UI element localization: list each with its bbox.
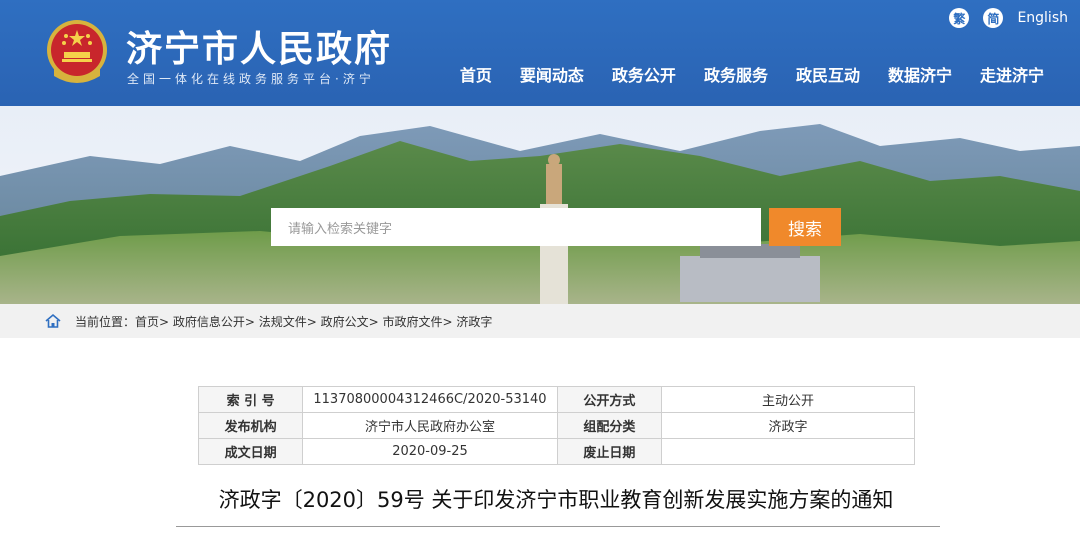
site-subtitle: 全国一体化在线政务服务平台·济宁 [127,72,375,86]
national-emblem-icon [47,20,107,83]
main-nav: 首页 要闻动态 政务公开 政务服务 政民互动 数据济宁 走进济宁 [460,62,1058,86]
nav-item-interaction[interactable]: 政民互动 [782,62,874,86]
breadcrumb: 当前位置：首页> 政府信息公开> 法规文件> 政府公文> 市政府文件> 济政字 [0,304,1080,338]
expire-label: 废止日期 [556,438,662,465]
publisher-label: 发布机构 [197,412,304,439]
search-input[interactable]: 请输入检索关键字 [271,208,761,246]
title-divider [176,526,940,527]
utility-links: 繁 简 English [949,8,1068,28]
open-method-value: 主动公开 [660,386,916,413]
date-label: 成文日期 [197,438,304,465]
breadcrumb-text[interactable]: 当前位置：首页> 政府信息公开> 法规文件> 政府公文> 市政府文件> 济政字 [75,313,492,330]
site-header: 济宁市人民政府 全国一体化在线政务服务平台·济宁 繁 简 English 首页 … [0,0,1080,106]
category-label: 组配分类 [556,412,662,439]
home-icon[interactable] [45,313,61,329]
expire-value [660,438,916,465]
nav-item-about[interactable]: 走进济宁 [966,62,1058,86]
simplified-chinese-button[interactable]: 简 [983,8,1004,28]
english-link[interactable]: English [1017,10,1068,26]
publisher-value: 济宁市人民政府办公室 [302,412,558,439]
mountain-landscape-image [0,106,1080,304]
nav-item-data[interactable]: 数据济宁 [874,62,966,86]
document-title: 济政字〔2020〕59号 关于印发济宁市职业教育创新发展实施方案的通知 [218,488,894,512]
nav-item-news[interactable]: 要闻动态 [506,62,598,86]
nav-item-gov-service[interactable]: 政务服务 [690,62,782,86]
traditional-chinese-button[interactable]: 繁 [949,8,970,28]
date-value: 2020-09-25 [302,438,558,465]
index-label: 索 引 号 [197,386,304,413]
nav-item-home[interactable]: 首页 [460,62,506,86]
index-value: 11370800004312466C/2020-53140 [302,386,558,413]
category-value: 济政字 [660,412,916,439]
document-info-table: 索 引 号 11370800004312466C/2020-53140 公开方式… [197,386,916,465]
open-method-label: 公开方式 [556,386,662,413]
nav-item-gov-open[interactable]: 政务公开 [598,62,690,86]
banner-image [0,106,1080,304]
site-title[interactable]: 济宁市人民政府 [126,20,392,72]
search-button[interactable]: 搜索 [769,208,841,246]
